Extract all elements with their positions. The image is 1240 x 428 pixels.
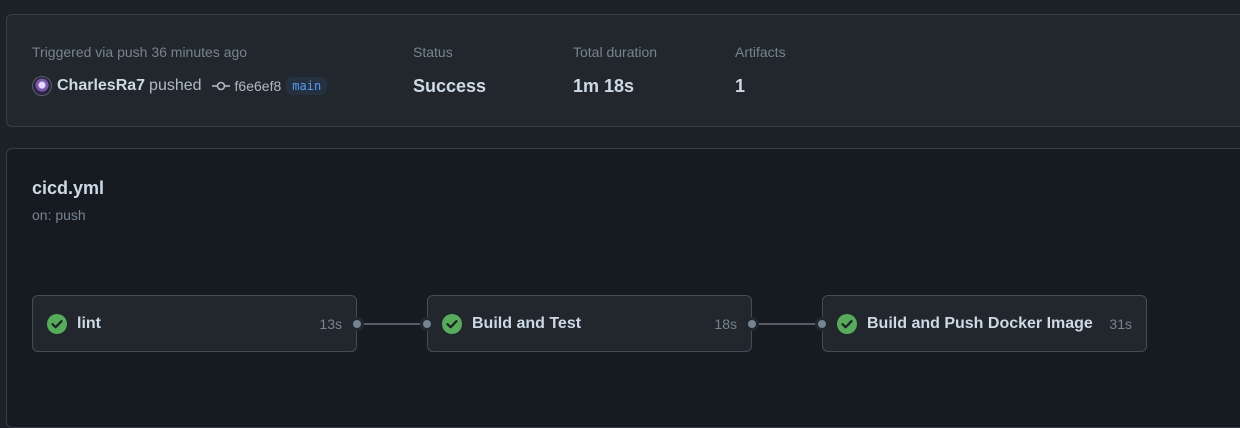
duration-label: Total duration (573, 44, 658, 60)
actor-link[interactable]: CharlesRa7 (57, 77, 145, 95)
job-output-port (350, 317, 364, 331)
job-name: Build and Test (472, 314, 582, 332)
status-info: Status Success (413, 43, 486, 97)
check-circle-icon (442, 313, 462, 334)
commit-sha-link[interactable]: f6e6ef8 (235, 78, 282, 94)
workflow-trigger: on: push (32, 207, 86, 223)
artifacts-label: Artifacts (735, 44, 786, 60)
job-card-build-and-test[interactable]: Build and Test 18s (420, 295, 759, 352)
avatar[interactable] (32, 76, 52, 96)
job-name: Build and Push Docker Image (867, 314, 1093, 332)
job-input-port (815, 317, 829, 331)
branch-badge[interactable]: main (286, 77, 328, 95)
run-summary-panel: Triggered via push 36 minutes ago Charle… (6, 14, 1240, 127)
trigger-label: Triggered via push 36 minutes ago (32, 44, 248, 60)
job-duration: 31s (1109, 315, 1132, 332)
trigger-info: Triggered via push 36 minutes ago Charle… (32, 43, 328, 98)
duration-value: 1m 18s (573, 76, 635, 96)
workflow-graph-panel: cicd.yml on: push lint 13s Build and Tes… (6, 148, 1240, 428)
status-value: Success (413, 76, 487, 96)
check-circle-icon (837, 313, 857, 334)
git-commit-icon (211, 81, 230, 91)
artifacts-count-link[interactable]: 1 (735, 75, 786, 97)
workflow-file-title[interactable]: cicd.yml (32, 178, 104, 199)
duration-info: Total duration 1m 18s (573, 43, 657, 97)
job-output-port (745, 317, 759, 331)
push-details: CharlesRa7 pushed f6e6ef8 main (32, 74, 328, 98)
job-card-lint[interactable]: lint 13s (32, 295, 364, 352)
job-card-build-and-push-docker-image[interactable]: Build and Push Docker Image 31s (815, 295, 1147, 352)
job-input-port (420, 317, 434, 331)
job-connector (754, 323, 822, 325)
job-duration: 13s (319, 315, 342, 332)
artifacts-info: Artifacts 1 (735, 43, 786, 97)
status-label: Status (413, 44, 453, 60)
job-connector (359, 323, 427, 325)
job-name: lint (77, 314, 101, 332)
action-text: pushed (149, 77, 202, 94)
check-circle-icon (47, 313, 67, 334)
job-duration: 18s (714, 315, 737, 332)
